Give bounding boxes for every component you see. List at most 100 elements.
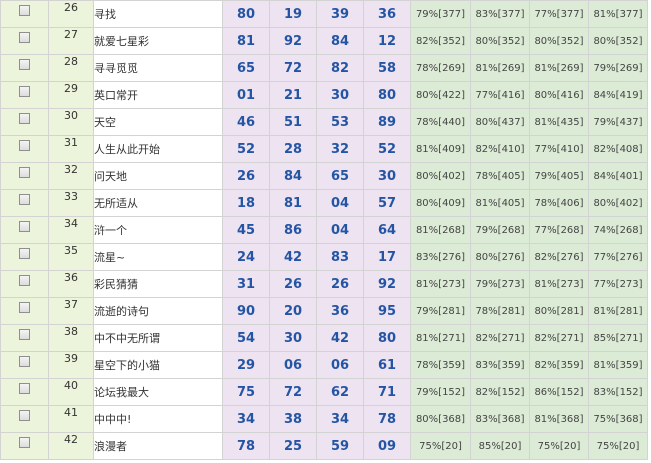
rate-2: 85%[20] [470,432,530,460]
number-4: 92 [363,270,411,298]
row-checkbox[interactable] [19,5,30,16]
row-checkbox[interactable] [19,59,30,70]
row-checkbox[interactable] [19,437,30,448]
rate-1: 81%[273] [410,270,471,298]
rate-1: 80%[422] [410,81,471,109]
rate-1: 79%[152] [410,378,471,406]
number-1: 78 [222,432,270,460]
table-row: 28 寻寻觅觅 65 72 82 58 78%[269] 81%[269] 81… [0,54,648,82]
row-select-cell [0,324,49,352]
number-4: 57 [363,189,411,217]
row-checkbox[interactable] [19,140,30,151]
row-number: 26 [48,0,94,28]
number-1: 18 [222,189,270,217]
rate-1: 79%[377] [410,0,471,28]
row-checkbox[interactable] [19,302,30,313]
rate-3: 82%[359] [529,351,589,379]
user-name: 流星~ [93,243,223,271]
row-number: 36 [48,270,94,298]
table-row: 35 流星~ 24 42 83 17 83%[276] 80%[276] 82%… [0,243,648,271]
rate-3: 80%[281] [529,297,589,325]
row-number: 37 [48,297,94,325]
rate-4: 84%[419] [588,81,648,109]
rate-2: 82%[152] [470,378,530,406]
number-3: 42 [316,324,364,352]
number-1: 52 [222,135,270,163]
row-select-cell [0,0,49,28]
number-3: 65 [316,162,364,190]
table-row: 27 就爱七星彩 81 92 84 12 82%[352] 80%[352] 8… [0,27,648,55]
row-select-cell [0,216,49,244]
row-checkbox[interactable] [19,113,30,124]
rate-4: 80%[352] [588,27,648,55]
rate-3: 82%[271] [529,324,589,352]
rate-1: 80%[402] [410,162,471,190]
user-name: 流逝的诗句 [93,297,223,325]
rate-4: 79%[437] [588,108,648,136]
row-checkbox[interactable] [19,329,30,340]
number-4: 89 [363,108,411,136]
row-checkbox[interactable] [19,356,30,367]
rate-4: 85%[271] [588,324,648,352]
rate-2: 81%[269] [470,54,530,82]
row-checkbox[interactable] [19,32,30,43]
row-select-cell [0,243,49,271]
rate-1: 80%[368] [410,405,471,433]
rate-2: 80%[352] [470,27,530,55]
row-checkbox[interactable] [19,383,30,394]
user-name: 人生从此开始 [93,135,223,163]
user-name: 问天地 [93,162,223,190]
table-row: 41 中中中! 34 38 34 78 80%[368] 83%[368] 81… [0,405,648,433]
number-2: 42 [269,243,317,271]
rate-4: 77%[276] [588,243,648,271]
number-4: 61 [363,351,411,379]
user-name: 浪漫者 [93,432,223,460]
rate-2: 82%[410] [470,135,530,163]
number-3: 04 [316,216,364,244]
number-3: 83 [316,243,364,271]
row-checkbox[interactable] [19,86,30,97]
number-2: 06 [269,351,317,379]
number-2: 86 [269,216,317,244]
number-4: 64 [363,216,411,244]
rate-1: 81%[409] [410,135,471,163]
rate-3: 75%[20] [529,432,589,460]
row-checkbox[interactable] [19,248,30,259]
table-row: 39 星空下的小猫 29 06 06 61 78%[359] 83%[359] … [0,351,648,379]
number-4: 12 [363,27,411,55]
rate-2: 77%[416] [470,81,530,109]
row-checkbox[interactable] [19,167,30,178]
number-3: 36 [316,297,364,325]
row-checkbox[interactable] [19,221,30,232]
rate-3: 77%[268] [529,216,589,244]
rate-1: 81%[268] [410,216,471,244]
number-3: 34 [316,405,364,433]
rate-4: 77%[273] [588,270,648,298]
number-1: 31 [222,270,270,298]
number-1: 29 [222,351,270,379]
row-select-cell [0,351,49,379]
number-4: 78 [363,405,411,433]
number-2: 21 [269,81,317,109]
row-checkbox[interactable] [19,410,30,421]
row-checkbox[interactable] [19,194,30,205]
number-2: 92 [269,27,317,55]
rate-1: 78%[440] [410,108,471,136]
row-number: 28 [48,54,94,82]
number-2: 25 [269,432,317,460]
row-select-cell [0,54,49,82]
rate-3: 78%[406] [529,189,589,217]
row-select-cell [0,378,49,406]
number-4: 71 [363,378,411,406]
rate-4: 74%[268] [588,216,648,244]
row-checkbox[interactable] [19,275,30,286]
rate-3: 80%[416] [529,81,589,109]
number-3: 39 [316,0,364,28]
row-number: 35 [48,243,94,271]
user-name: 寻寻觅觅 [93,54,223,82]
number-1: 54 [222,324,270,352]
number-3: 30 [316,81,364,109]
rate-3: 79%[405] [529,162,589,190]
rate-1: 83%[276] [410,243,471,271]
rate-2: 83%[377] [470,0,530,28]
